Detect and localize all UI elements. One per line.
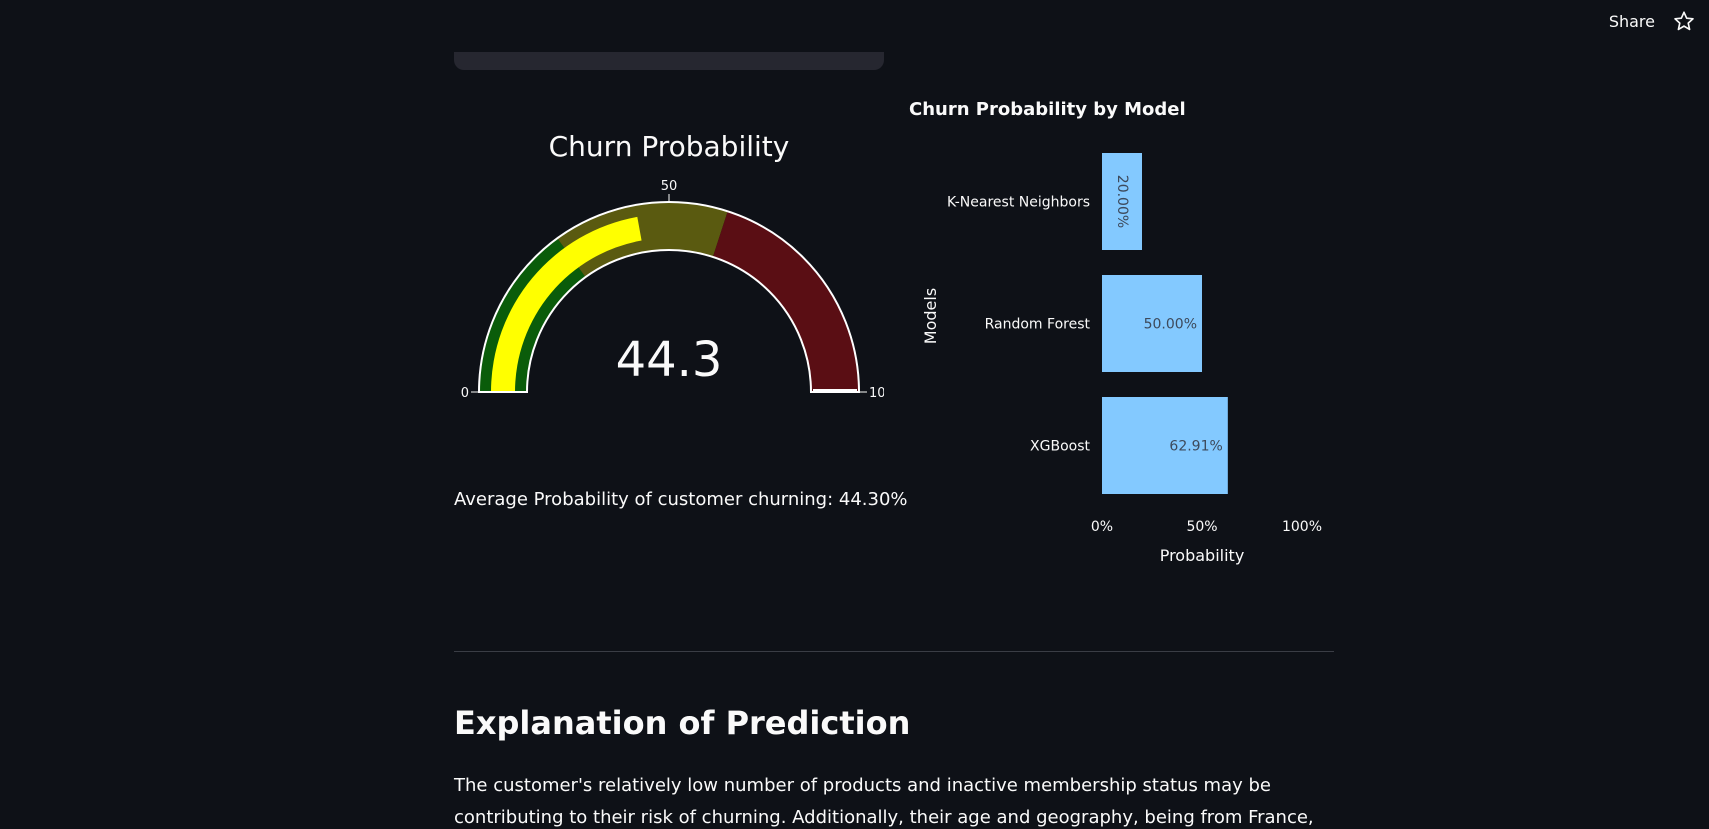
explanation-text: The customer's relatively low number of … [454, 775, 1314, 828]
app-header: Share [1609, 0, 1709, 42]
average-probability-text: Average Probability of customer churning… [454, 489, 908, 510]
bar-value-label-1: 50.00% [1144, 317, 1197, 333]
category-label-0: K-Nearest Neighbors [947, 195, 1090, 211]
share-button[interactable]: Share [1609, 12, 1655, 31]
app-page: Share Churn Probability 0 50 10 44.3 Ave… [0, 0, 1709, 829]
section-divider [454, 651, 1334, 652]
category-label-2: XGBoost [1030, 439, 1090, 455]
model-probability-chart: Churn Probability by Model K-Nearest Nei… [909, 99, 1322, 565]
y-axis-label: Models [921, 288, 940, 344]
bar-value-label-0: 20.00% [1114, 175, 1130, 228]
x-axis-label: Probability [1160, 546, 1245, 565]
category-label-1: Random Forest [985, 317, 1091, 333]
x-tick-label-1: 50% [1186, 519, 1217, 535]
star-icon[interactable] [1673, 10, 1695, 32]
explanation-heading: Explanation of Prediction [454, 704, 911, 742]
gauge-max-label: 10 [869, 386, 884, 401]
chart-title: Churn Probability by Model [909, 99, 1186, 120]
gauge-min-label: 0 [461, 386, 469, 401]
gauge-title: Churn Probability [549, 130, 790, 163]
gauge-mid-label: 50 [661, 179, 678, 194]
churn-gauge: Churn Probability 0 50 10 44.3 [461, 130, 884, 401]
gauge-value-text: 44.3 [616, 332, 723, 388]
x-tick-label-0: 0% [1091, 519, 1113, 535]
bar-value-label-2: 62.91% [1169, 439, 1222, 455]
x-tick-label-2: 100% [1282, 519, 1322, 535]
collapsed-expander[interactable] [454, 52, 884, 70]
